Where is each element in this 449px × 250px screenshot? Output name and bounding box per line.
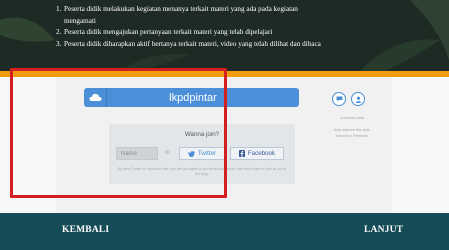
back-button[interactable]: KEMBALI: [62, 225, 109, 235]
chat-widget-icons: [332, 92, 365, 106]
highlight-box: [10, 68, 227, 198]
step-item: 3. Peserta didik diharapkan aktif bertany…: [56, 39, 321, 48]
navigation-footer: KEMBALI LANJUT: [0, 213, 449, 250]
instruction-banner: 1. Peserta didik melakukan kegiatan menan…: [0, 0, 449, 71]
step-item: mengamati: [64, 16, 96, 25]
facebook-button[interactable]: Facebook: [230, 147, 284, 160]
step-item: 2. Peserta didik mengajukan pertanyaan te…: [56, 28, 273, 36]
chat-credit-text: A chat by olark: [340, 116, 364, 120]
steps-list: 1. Peserta didik melakukan kegiatan menan…: [56, 4, 431, 50]
step-item: 1. Peserta didik melakukan kegiatan menan…: [56, 5, 298, 13]
chat-help-text: Help improve this chat:: [333, 128, 371, 132]
user-icon[interactable]: [351, 92, 365, 106]
facebook-label: Facebook: [247, 150, 276, 157]
chat-premium-link[interactable]: become a Premium: [322, 134, 382, 139]
facebook-icon: [238, 150, 245, 157]
chat-icon[interactable]: [332, 92, 346, 106]
next-button[interactable]: LANJUT: [364, 225, 403, 235]
